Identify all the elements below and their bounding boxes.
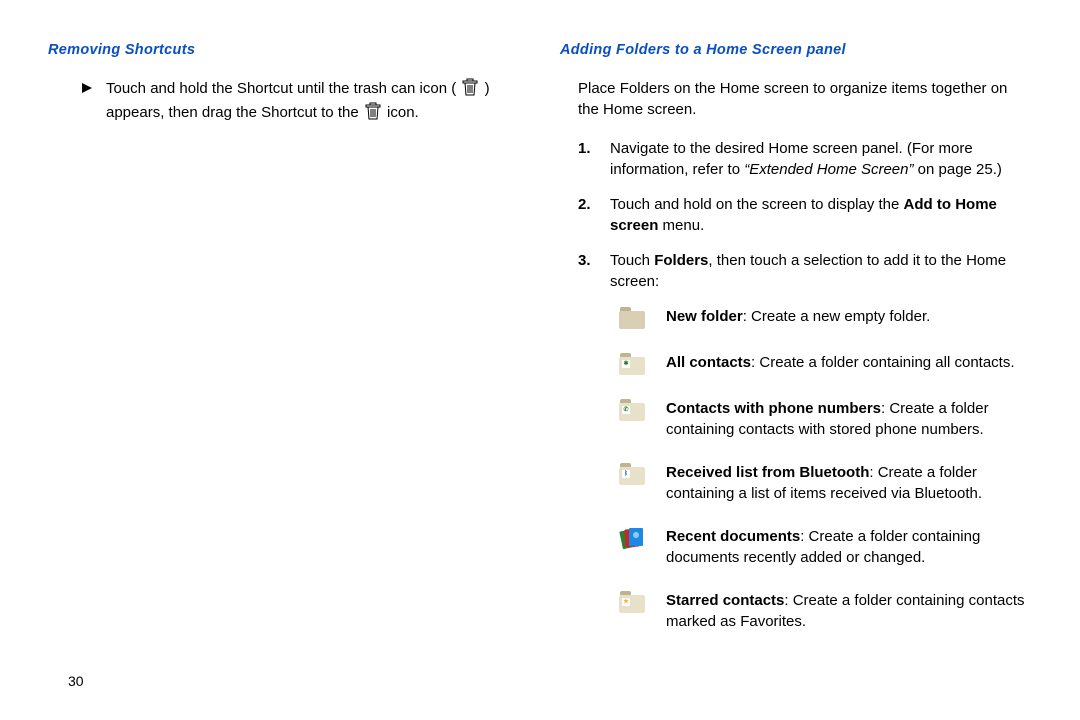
folder-title: All contacts <box>666 354 751 371</box>
page-columns: Removing Shortcuts Touch and hold the Sh… <box>48 40 1032 654</box>
intro-paragraph: Place Folders on the Home screen to orga… <box>560 78 1032 120</box>
folder-star-icon: ★ <box>618 590 646 614</box>
bullet-triangle-icon <box>82 78 92 126</box>
step-text-pre: Touch and hold on the screen to display … <box>610 196 904 213</box>
heading-removing-shortcuts: Removing Shortcuts <box>48 40 520 60</box>
left-column: Removing Shortcuts Touch and hold the Sh… <box>48 40 520 654</box>
folder-text: Recent documents: Create a folder contai… <box>666 526 1032 568</box>
folder-text: New folder: Create a new empty folder. <box>666 306 1032 327</box>
step-body: Touch and hold on the screen to display … <box>610 194 1032 236</box>
folder-text: Starred contacts: Create a folder contai… <box>666 590 1032 632</box>
folder-phone-icon: ✆ <box>618 398 646 422</box>
trash-icon <box>462 78 478 102</box>
bullet-item: Touch and hold the Shortcut until the tr… <box>48 78 520 126</box>
step-bold: Folders <box>654 252 708 269</box>
folder-title: Received list from Bluetooth <box>666 464 869 481</box>
step-number: 2. <box>578 194 596 236</box>
bullet-post-text: icon. <box>387 104 419 121</box>
heading-adding-folders: Adding Folders to a Home Screen panel <box>560 40 1032 60</box>
folder-new: New folder: Create a new empty folder. <box>618 306 1032 330</box>
page-number: 30 <box>68 672 84 692</box>
step-reference: “Extended Home Screen” <box>744 161 913 178</box>
folder-text: All contacts: Create a folder containing… <box>666 352 1032 373</box>
numbered-list: 1. Navigate to the desired Home screen p… <box>560 138 1032 292</box>
folder-bluetooth: ᛒ Received list from Bluetooth: Create a… <box>618 462 1032 504</box>
step-body: Touch Folders, then touch a selection to… <box>610 250 1032 292</box>
step-number: 1. <box>578 138 596 180</box>
folder-desc: : Create a folder containing all contact… <box>751 354 1014 371</box>
documents-icon <box>618 526 646 550</box>
step-2: 2. Touch and hold on the screen to displ… <box>578 194 1032 236</box>
folder-recent-documents: Recent documents: Create a folder contai… <box>618 526 1032 568</box>
folder-bluetooth-icon: ᛒ <box>618 462 646 486</box>
bullet-pre-text: Touch and hold the Shortcut until the tr… <box>106 80 456 97</box>
bullet-text: Touch and hold the Shortcut until the tr… <box>106 78 520 126</box>
folder-title: Starred contacts <box>666 592 784 609</box>
step-text-post: on page 25.) <box>913 161 1001 178</box>
folder-icon <box>618 306 646 330</box>
folder-contacts-phone: ✆ Contacts with phone numbers: Create a … <box>618 398 1032 440</box>
folder-title: Contacts with phone numbers <box>666 400 881 417</box>
folder-desc: : Create a new empty folder. <box>743 308 931 325</box>
folder-text: Received list from Bluetooth: Create a f… <box>666 462 1032 504</box>
folder-list: New folder: Create a new empty folder. ✱… <box>560 306 1032 632</box>
step-text-pre: Touch <box>610 252 654 269</box>
folder-text: Contacts with phone numbers: Create a fo… <box>666 398 1032 440</box>
folder-starred-contacts: ★ Starred contacts: Create a folder cont… <box>618 590 1032 632</box>
right-column: Adding Folders to a Home Screen panel Pl… <box>560 40 1032 654</box>
folder-all-contacts: ✱ All contacts: Create a folder containi… <box>618 352 1032 376</box>
folder-contacts-icon: ✱ <box>618 352 646 376</box>
folder-title: Recent documents <box>666 528 800 545</box>
step-3: 3. Touch Folders, then touch a selection… <box>578 250 1032 292</box>
step-body: Navigate to the desired Home screen pane… <box>610 138 1032 180</box>
step-1: 1. Navigate to the desired Home screen p… <box>578 138 1032 180</box>
step-number: 3. <box>578 250 596 292</box>
trash-icon <box>365 102 381 126</box>
folder-title: New folder <box>666 308 743 325</box>
step-text-post: menu. <box>658 217 704 234</box>
